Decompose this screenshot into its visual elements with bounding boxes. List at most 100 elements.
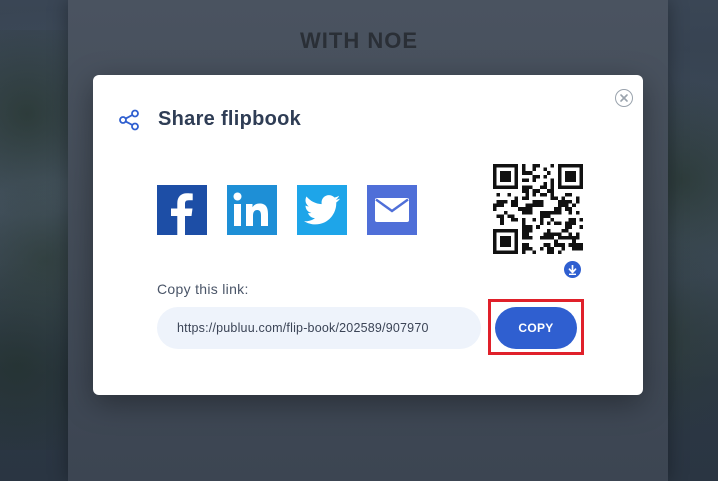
qr-module <box>500 203 504 208</box>
qr-module <box>557 221 562 226</box>
qr-module <box>543 210 547 215</box>
qr-module <box>550 210 555 215</box>
qr-module <box>507 243 511 247</box>
qr-module <box>565 164 569 168</box>
qr-module <box>543 167 547 172</box>
qr-module <box>575 243 580 247</box>
qr-module <box>565 225 569 229</box>
qr-module <box>550 189 555 193</box>
qr-module <box>557 243 562 247</box>
qr-module <box>568 207 573 211</box>
qr-module <box>529 207 533 211</box>
qr-module <box>514 164 519 168</box>
qr-module <box>568 200 573 204</box>
qr-module <box>554 210 558 215</box>
qr-module <box>514 182 519 186</box>
qr-module <box>493 243 497 247</box>
qr-module <box>557 250 562 254</box>
qr-module <box>547 221 551 226</box>
qr-module <box>507 171 511 175</box>
qr-module <box>521 171 526 175</box>
qr-module <box>554 221 558 226</box>
qr-module <box>514 246 519 251</box>
qr-module <box>550 232 555 236</box>
qr-module <box>579 182 583 186</box>
qr-module <box>539 200 544 204</box>
qr-module <box>518 207 522 211</box>
email-share-button[interactable] <box>367 185 417 235</box>
facebook-share-button[interactable] <box>157 185 207 235</box>
qr-module <box>554 232 558 236</box>
qr-module <box>521 196 526 200</box>
qr-module <box>572 203 576 208</box>
qr-module <box>521 236 526 240</box>
qr-module <box>579 243 583 247</box>
qr-module <box>514 200 519 204</box>
qr-module <box>539 192 544 197</box>
qr-module <box>525 207 529 211</box>
qr-module <box>503 250 508 254</box>
qr-module <box>496 164 501 168</box>
qr-module <box>507 214 511 218</box>
qr-module <box>554 196 558 200</box>
qr-module <box>543 243 547 247</box>
qr-module <box>507 178 511 182</box>
qr-module <box>507 185 511 190</box>
qr-module <box>521 185 526 190</box>
qr-module <box>514 228 519 233</box>
qr-module <box>525 236 529 240</box>
linkedin-share-button[interactable] <box>227 185 277 235</box>
qr-module <box>543 236 547 240</box>
qr-module <box>500 218 504 222</box>
qr-module <box>511 218 515 222</box>
qr-module <box>568 218 573 222</box>
qr-module <box>514 236 519 240</box>
qr-module <box>493 174 497 179</box>
qr-module <box>496 203 501 208</box>
qr-module <box>543 182 547 186</box>
qr-module <box>572 164 576 168</box>
qr-module <box>579 167 583 172</box>
share-link-field[interactable] <box>157 307 481 349</box>
qr-module <box>525 185 529 190</box>
qr-module <box>507 236 511 240</box>
qr-module <box>539 210 544 215</box>
qr-module <box>557 232 562 236</box>
qr-module <box>575 185 580 190</box>
qr-module <box>539 236 544 240</box>
qr-module <box>532 167 537 172</box>
qr-module <box>550 185 555 190</box>
close-icon <box>620 94 628 102</box>
qr-module <box>496 185 501 190</box>
qr-module <box>575 196 580 200</box>
qr-module <box>493 203 497 208</box>
qr-module <box>514 239 519 244</box>
facebook-icon <box>171 193 193 235</box>
qr-module <box>525 203 529 208</box>
qr-module <box>514 171 519 175</box>
qr-module <box>568 185 573 190</box>
qr-module <box>503 185 508 190</box>
email-icon <box>375 198 409 222</box>
download-icon <box>568 264 577 275</box>
qr-module <box>493 167 497 172</box>
close-button[interactable] <box>615 89 633 107</box>
qr-module <box>543 192 547 197</box>
qr-module <box>532 200 537 204</box>
twitter-share-button[interactable] <box>297 185 347 235</box>
qr-module <box>525 243 529 247</box>
qr-module <box>561 203 565 208</box>
qr-module <box>496 192 501 197</box>
qr-module <box>536 174 540 179</box>
qr-module <box>514 196 519 200</box>
qr-module <box>565 178 569 182</box>
qr-module <box>521 218 526 222</box>
qr-download-button[interactable] <box>564 261 581 278</box>
copy-button[interactable]: COPY <box>495 307 577 349</box>
qr-module <box>514 167 519 172</box>
qr-module <box>529 246 533 251</box>
qr-module <box>532 178 537 182</box>
qr-module <box>568 192 573 197</box>
qr-module <box>525 192 529 197</box>
qr-module <box>550 164 555 168</box>
